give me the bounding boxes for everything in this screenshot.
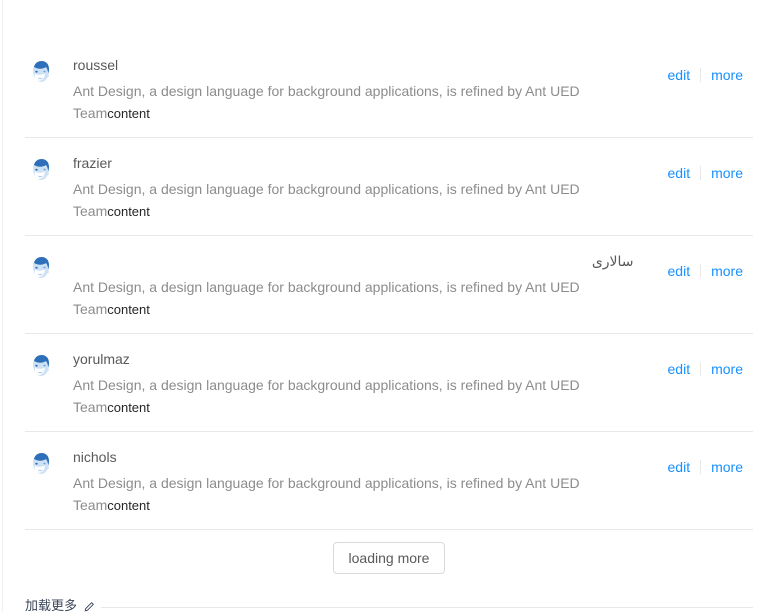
more-action-link[interactable]: more xyxy=(701,456,753,478)
page-left-edge xyxy=(2,0,3,612)
list-item-description-row: Ant Design, a design language for backgr… xyxy=(73,374,634,419)
list-item-description-row: Ant Design, a design language for backgr… xyxy=(73,276,634,321)
load-more-button[interactable]: loading more xyxy=(332,542,446,574)
list-item-main: yorulmaz Ant Design, a design language f… xyxy=(25,346,634,419)
edit-action-link[interactable]: edit xyxy=(658,456,701,478)
more-action-link[interactable]: more xyxy=(701,260,753,282)
list-item-title[interactable]: roussel xyxy=(73,54,634,76)
user-avatar-icon[interactable] xyxy=(25,155,57,187)
list-item-content: content xyxy=(107,498,150,513)
user-avatar-icon[interactable] xyxy=(25,449,57,481)
page-root: roussel Ant Design, a design language fo… xyxy=(0,0,777,612)
pencil-icon[interactable] xyxy=(83,601,95,612)
list-item-content: content xyxy=(107,400,150,415)
list-item[interactable]: nichols Ant Design, a design language fo… xyxy=(25,432,753,530)
more-action-link[interactable]: more xyxy=(701,64,753,86)
list-item-body: nichols Ant Design, a design language fo… xyxy=(73,444,634,517)
list-item-actions: edit more xyxy=(658,444,753,478)
list-item-title[interactable]: frazier xyxy=(73,152,634,174)
list-item-actions: edit more xyxy=(658,248,753,282)
list-item-actions: edit more xyxy=(658,346,753,380)
list-item-body: roussel Ant Design, a design language fo… xyxy=(73,52,634,125)
list-item-actions: edit more xyxy=(658,150,753,184)
list-item-body: سالاری Ant Design, a design language for… xyxy=(73,248,634,321)
edit-action-link[interactable]: edit xyxy=(658,64,701,86)
user-avatar-icon[interactable] xyxy=(25,351,57,383)
user-avatar-icon[interactable] xyxy=(25,57,57,89)
footer-caption-fragment: 加载更多 xyxy=(25,596,753,612)
footer-caption-text: 加载更多 xyxy=(25,599,78,612)
more-action-link[interactable]: more xyxy=(701,358,753,380)
more-action-link[interactable]: more xyxy=(701,162,753,184)
load-more-container: loading more xyxy=(25,542,753,574)
user-list: roussel Ant Design, a design language fo… xyxy=(25,40,753,574)
list-item[interactable]: frazier Ant Design, a design language fo… xyxy=(25,138,753,236)
list-item-main: سالاری Ant Design, a design language for… xyxy=(25,248,634,321)
list-item-description-row: Ant Design, a design language for backgr… xyxy=(73,178,634,223)
edit-action-link[interactable]: edit xyxy=(658,260,701,282)
list-item[interactable]: roussel Ant Design, a design language fo… xyxy=(25,40,753,138)
edit-action-link[interactable]: edit xyxy=(658,358,701,380)
list-item-main: nichols Ant Design, a design language fo… xyxy=(25,444,634,517)
list-item-title[interactable]: yorulmaz xyxy=(73,348,634,370)
list-item-title[interactable]: سالاری xyxy=(73,250,634,272)
list-item-title[interactable]: nichols xyxy=(73,446,634,468)
list-item-content: content xyxy=(107,106,150,121)
list-item-description-row: Ant Design, a design language for backgr… xyxy=(73,80,634,125)
user-avatar-icon[interactable] xyxy=(25,253,57,285)
footer-divider xyxy=(101,606,753,608)
list-item-actions: edit more xyxy=(658,52,753,86)
list-item-body: yorulmaz Ant Design, a design language f… xyxy=(73,346,634,419)
list-item-content: content xyxy=(107,204,150,219)
list-item-content: content xyxy=(107,302,150,317)
list-item[interactable]: yorulmaz Ant Design, a design language f… xyxy=(25,334,753,432)
list-item-main: frazier Ant Design, a design language fo… xyxy=(25,150,634,223)
list-item-main: roussel Ant Design, a design language fo… xyxy=(25,52,634,125)
list-item-description-row: Ant Design, a design language for backgr… xyxy=(73,472,634,517)
edit-action-link[interactable]: edit xyxy=(658,162,701,184)
list-item[interactable]: سالاری Ant Design, a design language for… xyxy=(25,236,753,334)
list-item-body: frazier Ant Design, a design language fo… xyxy=(73,150,634,223)
